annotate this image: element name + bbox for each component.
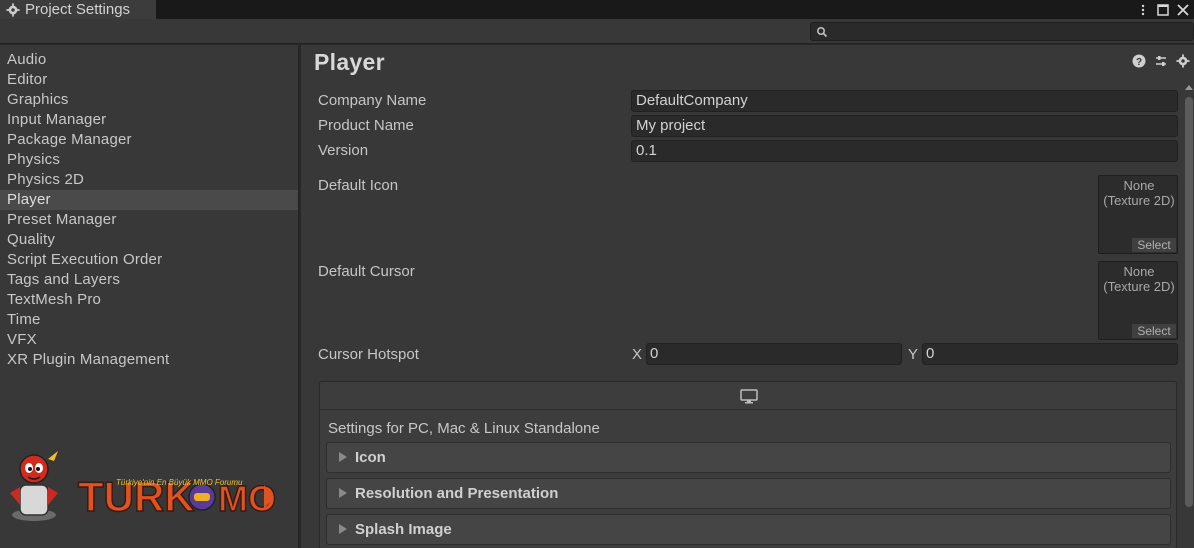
settings-gear-icon[interactable] bbox=[1176, 54, 1190, 68]
platform-settings-box: Settings for PC, Mac & Linux Standalone … bbox=[319, 381, 1177, 548]
platform-settings-label: Settings for PC, Mac & Linux Standalone bbox=[328, 420, 600, 437]
title-bar: Project Settings bbox=[0, 0, 1194, 19]
sidebar-item-graphics[interactable]: Graphics bbox=[0, 90, 298, 110]
foldout-splash-image-section[interactable]: Splash Image bbox=[326, 514, 1171, 545]
scroll-up-arrow-icon[interactable] bbox=[1185, 85, 1193, 90]
sidebar-item-vfx[interactable]: VFX bbox=[0, 330, 298, 350]
default-icon-slot[interactable]: None (Texture 2D) Select bbox=[1098, 175, 1178, 254]
page-title: Player bbox=[314, 49, 385, 75]
default-cursor-select-button[interactable]: Select bbox=[1132, 324, 1176, 338]
sidebar-item-editor[interactable]: Editor bbox=[0, 70, 298, 90]
help-icon[interactable]: ? bbox=[1132, 54, 1146, 68]
preset-icon[interactable] bbox=[1154, 54, 1168, 68]
svg-text:Türkiye'nin En Büyük MMO Forum: Türkiye'nin En Büyük MMO Forumu bbox=[116, 478, 243, 487]
search-icon bbox=[816, 26, 828, 38]
sidebar-item-xr-plugin-management[interactable]: XR Plugin Management bbox=[0, 350, 298, 370]
search-input[interactable] bbox=[810, 22, 1194, 41]
vertical-scrollbar[interactable] bbox=[1184, 85, 1194, 548]
sidebar-item-time[interactable]: Time bbox=[0, 310, 298, 330]
sidebar-item-textmesh-pro[interactable]: TextMesh Pro bbox=[0, 290, 298, 310]
hotspot-y-field[interactable]: 0 bbox=[922, 343, 1178, 365]
sidebar-item-preset-manager[interactable]: Preset Manager bbox=[0, 210, 298, 230]
product-name-field[interactable]: My project bbox=[631, 115, 1178, 137]
foldout-resolution-section[interactable]: Resolution and Presentation bbox=[326, 478, 1171, 509]
company-name-field[interactable]: DefaultCompany bbox=[631, 90, 1178, 112]
foldout-icon-section[interactable]: Icon bbox=[326, 442, 1171, 473]
sidebar-item-tags-and-layers[interactable]: Tags and Layers bbox=[0, 270, 298, 290]
default-icon-slot-text: None bbox=[1123, 178, 1155, 193]
foldout-label: Splash Image bbox=[355, 521, 452, 538]
settings-gear-icon bbox=[6, 2, 20, 17]
sidebar-item-physics-2d[interactable]: Physics 2D bbox=[0, 170, 298, 190]
version-field[interactable]: 0.1 bbox=[631, 140, 1178, 162]
foldout-arrow-icon bbox=[339, 452, 347, 462]
kebab-menu-icon[interactable] bbox=[1136, 3, 1150, 17]
default-icon-select-button[interactable]: Select bbox=[1132, 238, 1176, 252]
cursor-hotspot-label: Cursor Hotspot bbox=[318, 346, 419, 363]
default-icon-slot-type: (Texture 2D) bbox=[1103, 193, 1175, 208]
default-cursor-slot[interactable]: None (Texture 2D) Select bbox=[1098, 261, 1178, 340]
sidebar-item-package-manager[interactable]: Package Manager bbox=[0, 130, 298, 150]
scrollbar-thumb[interactable] bbox=[1185, 97, 1193, 507]
hotspot-x-field[interactable]: 0 bbox=[646, 343, 902, 365]
default-cursor-label: Default Cursor bbox=[318, 263, 415, 280]
sidebar-item-script-execution-order[interactable]: Script Execution Order bbox=[0, 250, 298, 270]
hotspot-y-label: Y bbox=[908, 346, 919, 363]
foldout-arrow-icon bbox=[339, 488, 347, 498]
sidebar-item-input-manager[interactable]: Input Manager bbox=[0, 110, 298, 130]
platform-tab-bar bbox=[320, 382, 1176, 410]
foldout-label: Resolution and Presentation bbox=[355, 485, 559, 502]
close-icon[interactable] bbox=[1176, 3, 1190, 17]
sidebar-item-quality[interactable]: Quality bbox=[0, 230, 298, 250]
settings-category-list: Audio Editor Graphics Input Manager Pack… bbox=[0, 45, 298, 370]
hotspot-x-label: X bbox=[632, 346, 643, 363]
monitor-icon[interactable] bbox=[740, 389, 758, 404]
default-cursor-slot-type: (Texture 2D) bbox=[1103, 279, 1175, 294]
sidebar-item-audio[interactable]: Audio bbox=[0, 50, 298, 70]
player-settings-panel: Player ? Company Name DefaultCompany Pro… bbox=[301, 45, 1194, 548]
window-title: Project Settings bbox=[25, 1, 131, 18]
maximize-icon[interactable] bbox=[1156, 3, 1170, 17]
window-tab[interactable]: Project Settings bbox=[0, 0, 156, 19]
turkmmo-logo: TURK MO Türkiye'nin En Büyük MMO Forumu bbox=[10, 451, 276, 521]
default-icon-label: Default Icon bbox=[318, 177, 399, 194]
product-name-label: Product Name bbox=[318, 117, 414, 134]
sidebar-item-player[interactable]: Player bbox=[0, 190, 298, 210]
toolbar bbox=[0, 19, 1194, 44]
company-name-label: Company Name bbox=[318, 92, 427, 109]
default-cursor-slot-text: None bbox=[1123, 264, 1155, 279]
foldout-arrow-icon bbox=[339, 524, 347, 534]
foldout-label: Icon bbox=[355, 449, 386, 466]
sidebar-item-physics[interactable]: Physics bbox=[0, 150, 298, 170]
version-label: Version bbox=[318, 142, 369, 159]
svg-text:?: ? bbox=[1136, 57, 1142, 68]
